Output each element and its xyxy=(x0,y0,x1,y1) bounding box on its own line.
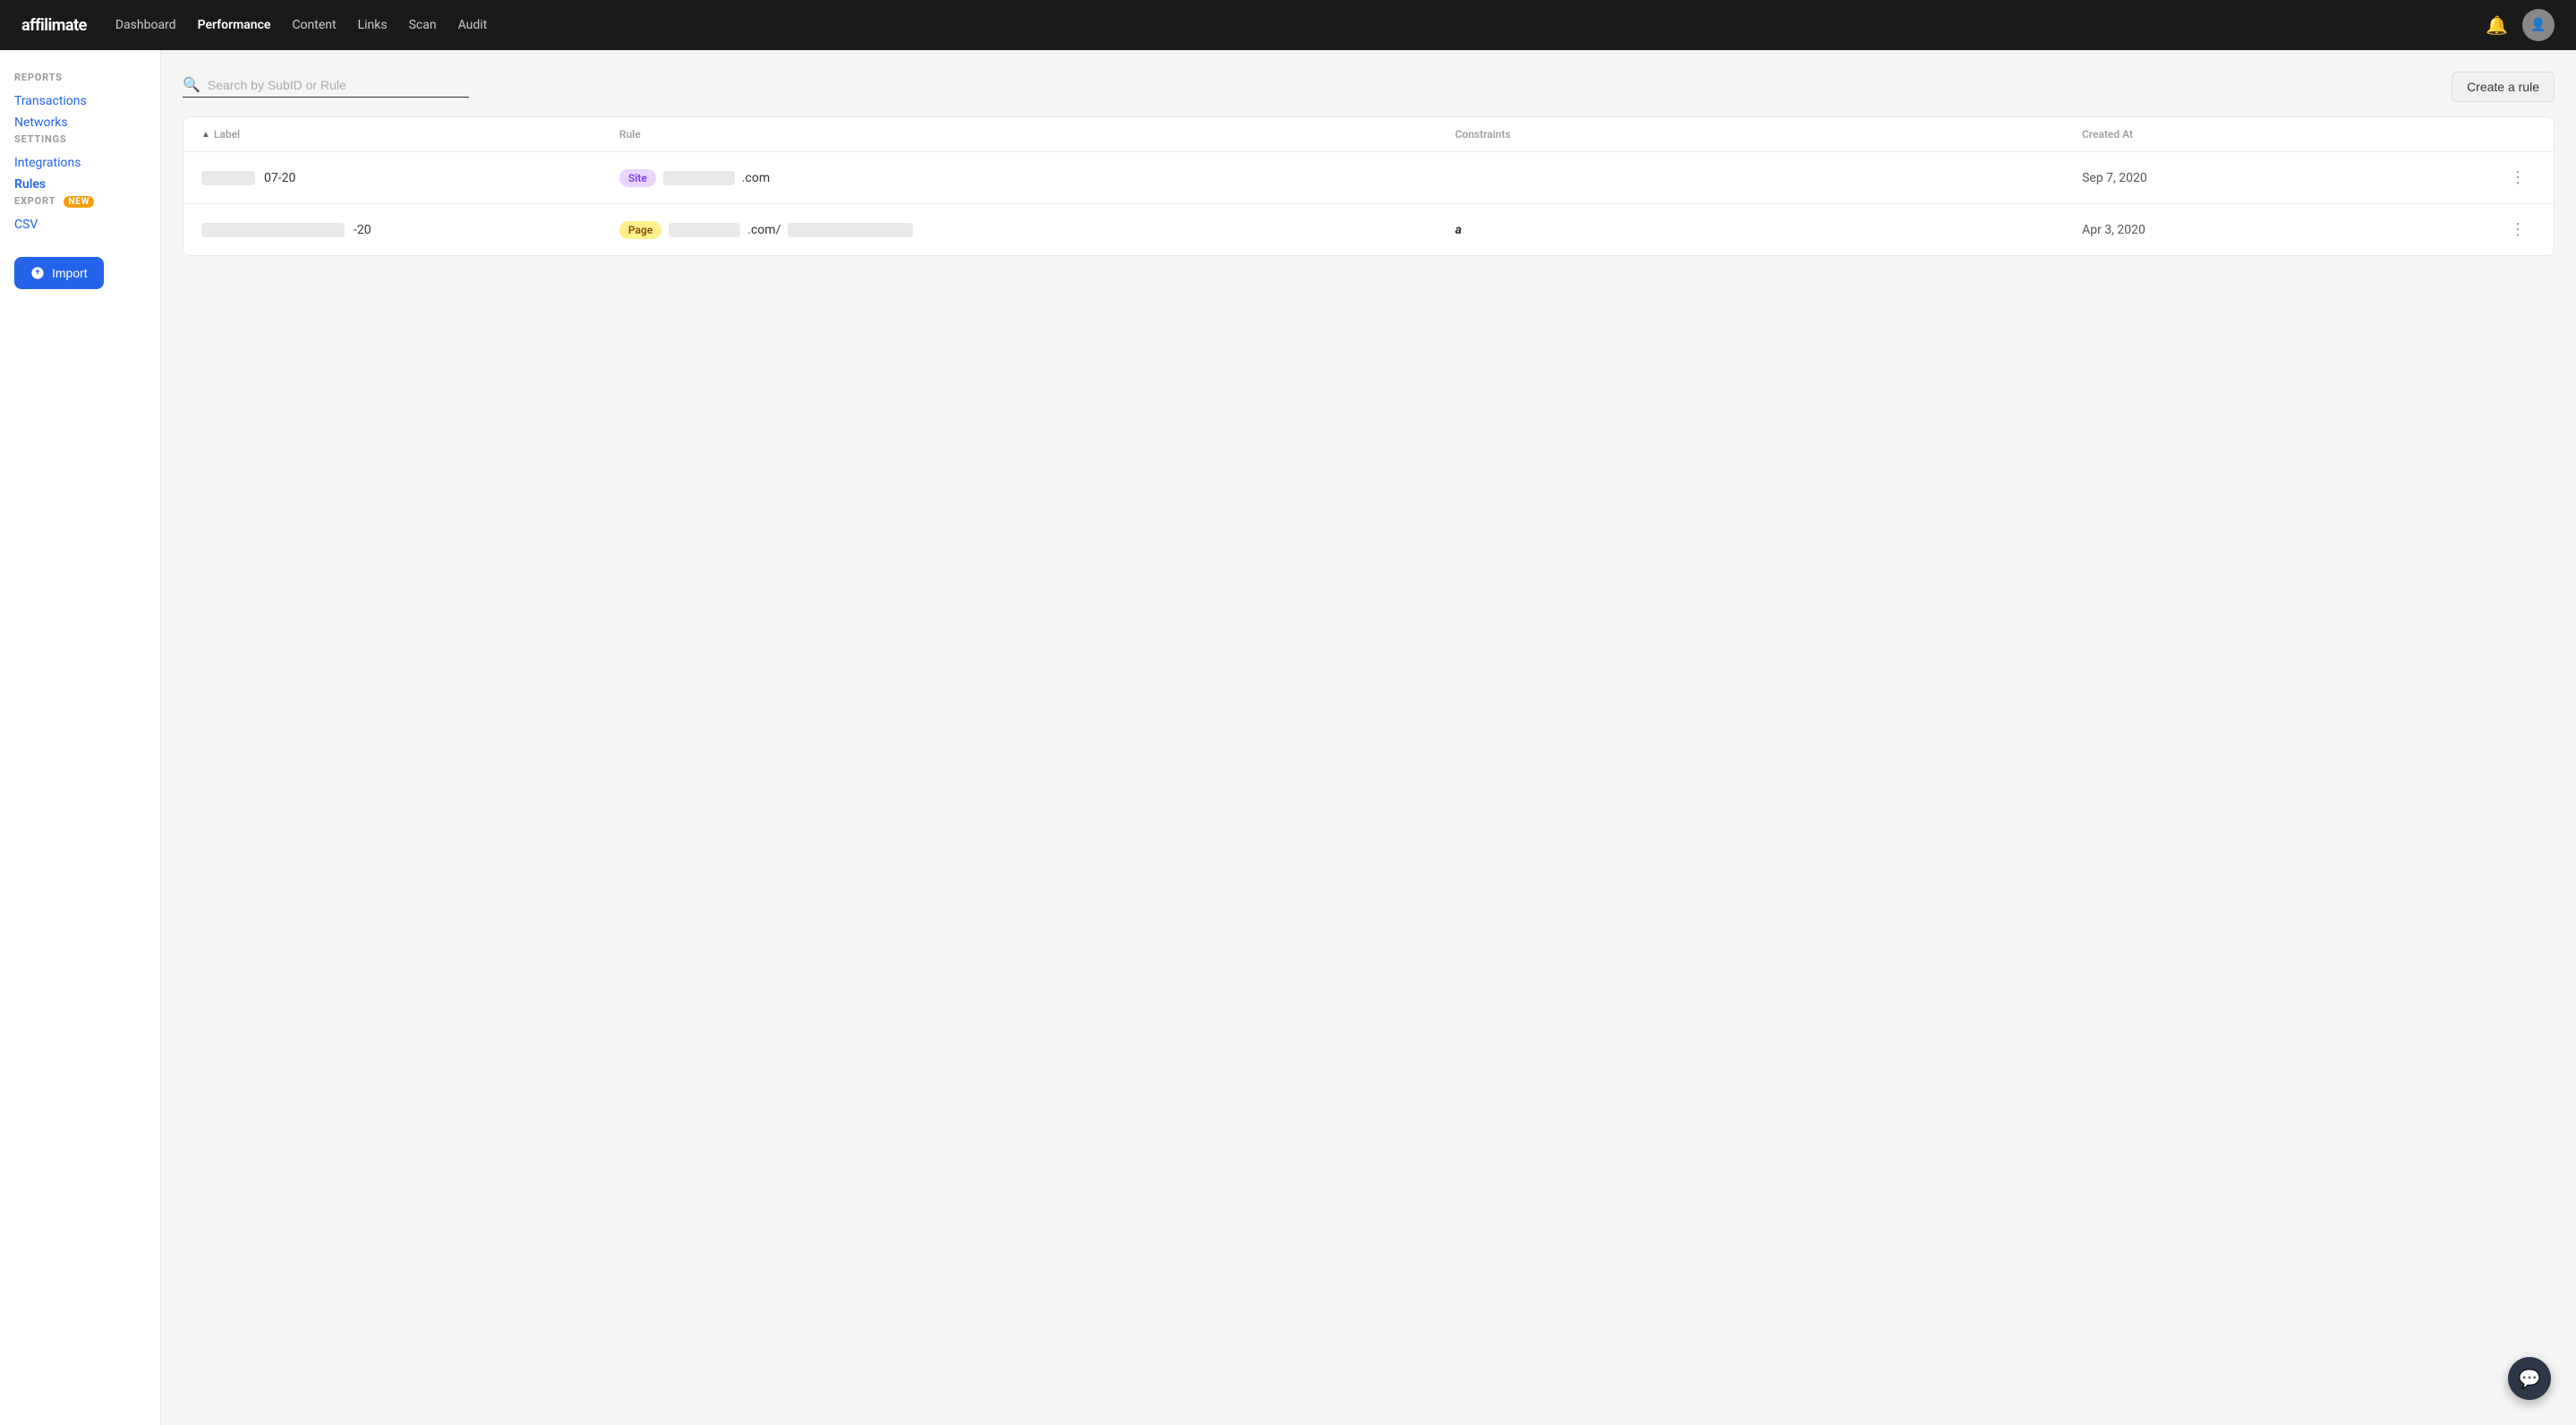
import-label: Import xyxy=(52,266,88,280)
badge-page-2: Page xyxy=(619,221,661,239)
search-wrapper: 🔍 xyxy=(183,76,469,98)
nav-links[interactable]: Links xyxy=(358,14,388,36)
amazon-icon: a xyxy=(1455,223,1462,237)
bell-icon[interactable]: 🔔 xyxy=(2486,14,2508,36)
label-placeholder-2 xyxy=(201,223,345,237)
nav-dashboard[interactable]: Dashboard xyxy=(115,14,176,36)
sidebar-item-transactions[interactable]: Transactions xyxy=(14,90,146,112)
layout: REPORTS Transactions Networks SETTINGS I… xyxy=(0,50,2576,1425)
col-actions-header xyxy=(2500,128,2536,141)
label-placeholder-1 xyxy=(201,171,255,185)
topnav: affilimate Dashboard Performance Content… xyxy=(0,0,2576,50)
more-button-1[interactable]: ⋮ xyxy=(2500,165,2536,191)
label-cell-2: -20 xyxy=(201,223,619,237)
topnav-right: 🔔 👤 xyxy=(2486,9,2555,41)
sidebar-item-integrations[interactable]: Integrations xyxy=(14,152,146,174)
more-button-2[interactable]: ⋮ xyxy=(2500,217,2536,243)
toolbar: 🔍 Create a rule xyxy=(183,72,2555,102)
nav-audit[interactable]: Audit xyxy=(458,14,488,36)
nav-scan[interactable]: Scan xyxy=(409,14,437,36)
rules-table: ▲ Label Rule Constraints Created At 07-2… xyxy=(183,116,2555,256)
sidebar-section-settings-title: SETTINGS xyxy=(14,133,146,145)
main-content: 🔍 Create a rule ▲ Label Rule Constraints… xyxy=(161,50,2576,1425)
constraints-cell-2: a xyxy=(1455,223,2082,237)
col-constraints-header: Constraints xyxy=(1455,128,2082,141)
search-icon: 🔍 xyxy=(183,76,200,93)
rule-url-placeholder-2 xyxy=(669,223,740,237)
nav-links: Dashboard Performance Content Links Scan… xyxy=(115,14,2486,36)
rule-url-placeholder-2b xyxy=(788,223,913,237)
import-button[interactable]: Import xyxy=(14,257,104,289)
table-header: ▲ Label Rule Constraints Created At xyxy=(183,117,2554,152)
col-label-header: ▲ Label xyxy=(201,128,619,141)
chat-button[interactable]: 💬 xyxy=(2508,1357,2551,1400)
col-rule-header: Rule xyxy=(619,128,1455,141)
sidebar-section-reports: REPORTS Transactions Networks xyxy=(14,72,146,133)
rule-url-text-2: .com/ xyxy=(747,223,780,237)
table-row: 07-20 Site .com Sep 7, 2020 ⋮ xyxy=(183,152,2554,204)
sidebar-item-networks[interactable]: Networks xyxy=(14,112,146,133)
label-text-1: 07-20 xyxy=(264,171,295,185)
label-text-2: -20 xyxy=(354,223,371,237)
avatar[interactable]: 👤 xyxy=(2522,9,2555,41)
sidebar: REPORTS Transactions Networks SETTINGS I… xyxy=(0,50,161,1425)
sort-icon: ▲ xyxy=(201,130,210,140)
create-rule-button[interactable]: Create a rule xyxy=(2452,72,2555,102)
col-createdat-header: Created At xyxy=(2082,128,2500,141)
sidebar-item-rules[interactable]: Rules xyxy=(14,174,146,195)
sidebar-item-csv[interactable]: CSV xyxy=(14,214,146,235)
sidebar-section-export-title: EXPORT NEW xyxy=(14,195,146,207)
rule-cell-2: Page .com/ xyxy=(619,221,1455,239)
chat-icon: 💬 xyxy=(2519,1368,2541,1389)
rule-url-text-1: .com xyxy=(742,171,770,185)
rule-cell-1: Site .com xyxy=(619,169,1455,187)
badge-site-1: Site xyxy=(619,169,656,187)
sidebar-section-reports-title: REPORTS xyxy=(14,72,146,83)
sidebar-section-settings: SETTINGS Integrations Rules xyxy=(14,133,146,195)
nav-content[interactable]: Content xyxy=(292,14,336,36)
new-badge: NEW xyxy=(64,196,94,208)
search-input[interactable] xyxy=(208,78,469,92)
label-cell-1: 07-20 xyxy=(201,171,619,185)
date-cell-1: Sep 7, 2020 xyxy=(2082,171,2500,185)
nav-performance[interactable]: Performance xyxy=(198,14,271,36)
upload-icon xyxy=(30,266,45,280)
logo[interactable]: affilimate xyxy=(21,16,87,35)
sidebar-section-export: EXPORT NEW CSV xyxy=(14,195,146,235)
col-label-text: Label xyxy=(214,128,240,141)
rule-url-placeholder-1 xyxy=(663,171,735,185)
table-row: -20 Page .com/ a Apr 3, 2020 ⋮ xyxy=(183,204,2554,255)
date-cell-2: Apr 3, 2020 xyxy=(2082,223,2500,237)
